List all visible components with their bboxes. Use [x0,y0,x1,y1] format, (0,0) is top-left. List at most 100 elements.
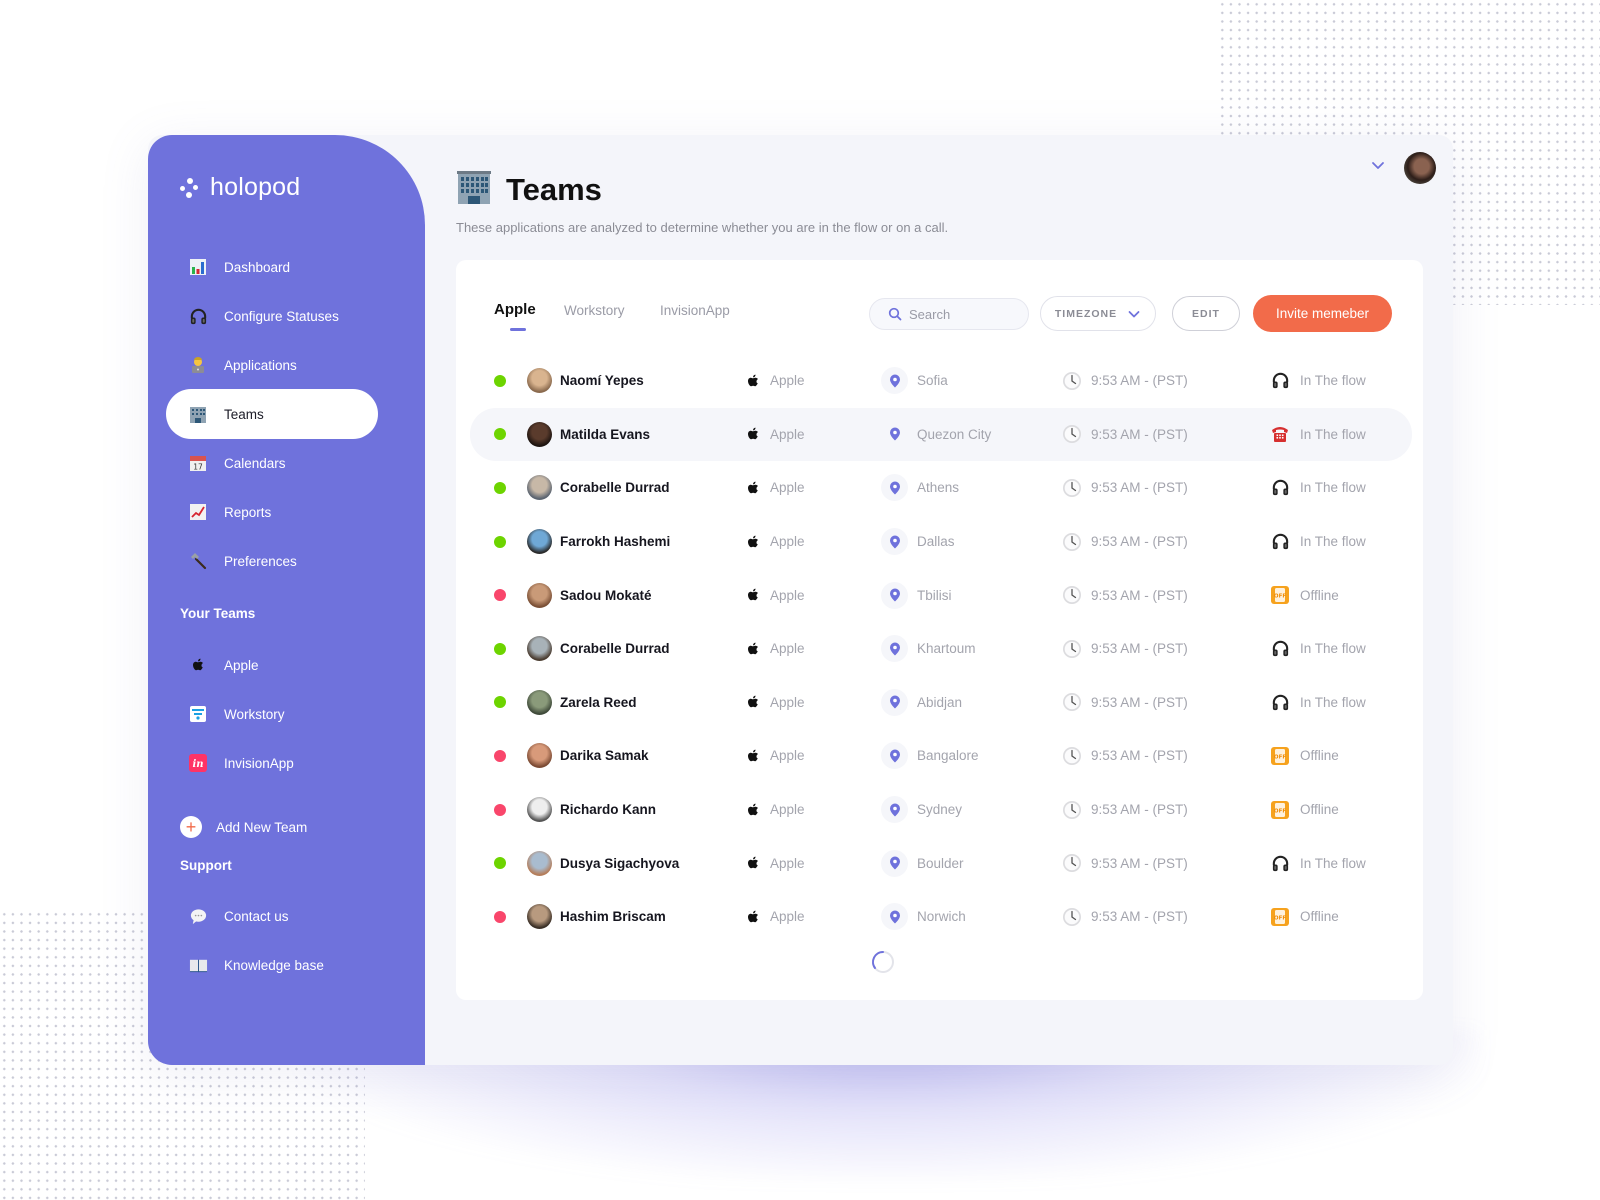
table-row[interactable]: Corabelle Durrad Apple Athens 9:53 AM - … [470,461,1412,515]
member-team: Apple [770,426,805,442]
sidebar-support-knowledge-base[interactable]: Knowledge base [166,940,378,990]
member-flow-status: In The flow [1300,855,1366,871]
sidebar-support-label: Knowledge base [224,957,324,973]
app-window: holopod Dashboard Configure Statuses App… [148,135,1453,1065]
member-name[interactable]: Richardo Kann [560,802,656,817]
avatar [527,850,552,876]
clock-icon [1062,532,1082,552]
member-local-time: 9:53 AM - (PST) [1091,534,1188,550]
member-local-time: 9:53 AM - (PST) [1091,909,1188,925]
active-tab-indicator [510,328,526,331]
table-row[interactable]: Hashim Briscam Apple Norwich 9:53 AM - (… [470,890,1412,944]
member-name[interactable]: Sadou Mokaté [560,588,652,603]
sidebar-item-reports[interactable]: Reports [166,487,378,537]
add-new-team-label: Add New Team [216,819,308,835]
svg-text:OFF: OFF [1274,808,1286,814]
page-subtitle: These applications are analyzed to deter… [456,220,949,235]
search-box[interactable] [869,298,1029,330]
sidebar-team-workstory[interactable]: Workstory [166,689,378,739]
avatar [527,636,552,662]
add-new-team-button[interactable]: + Add New Team [180,816,307,838]
member-location: Tbilisi [917,587,952,603]
member-location: Sydney [917,802,963,818]
member-flow-status: In The flow [1300,426,1366,442]
member-team: Apple [770,480,805,496]
member-local-time: 9:53 AM - (PST) [1091,748,1188,764]
brand-name: holopod [210,173,301,201]
location-pin-icon [881,528,908,556]
clock-icon [1062,478,1082,498]
member-name[interactable]: Zarela Reed [560,695,637,710]
table-row[interactable]: Farrokh Hashemi Apple Dallas 9:53 AM - (… [470,515,1412,569]
sidebar-item-preferences[interactable]: Preferences [166,536,378,586]
clock-icon [1062,800,1082,820]
svg-text:in: in [192,759,203,770]
member-name[interactable]: Corabelle Durrad [560,641,670,656]
search-icon [888,307,902,321]
svg-text:17: 17 [193,463,203,472]
member-name[interactable]: Darika Samak [560,748,649,763]
member-local-time: 9:53 AM - (PST) [1091,855,1188,871]
table-row[interactable]: Darika Samak Apple Bangalore 9:53 AM - (… [470,729,1412,783]
table-row[interactable]: Naomí Yepes Apple Sofia 9:53 AM - (PST) … [470,354,1412,408]
user-avatar[interactable] [1404,152,1436,184]
offline-status-dot [494,589,506,602]
sidebar-team-apple[interactable]: Apple [166,640,378,690]
member-name[interactable]: Corabelle Durrad [560,480,670,495]
member-name[interactable]: Naomí Yepes [560,373,644,388]
table-row[interactable]: Sadou Mokaté Apple Tbilisi 9:53 AM - (PS… [470,568,1412,622]
sidebar-team-invisionapp[interactable]: in InvisionApp [166,738,378,788]
sidebar-item-applications[interactable]: Applications [166,340,378,390]
apple-logo-icon [744,640,762,658]
svg-text:OFF: OFF [1274,754,1286,760]
member-name[interactable]: Dusya Sigachyova [560,856,679,871]
table-row[interactable]: Dusya Sigachyova Apple Boulder 9:53 AM -… [470,836,1412,890]
mobile-phone-off-icon: OFF [1270,585,1290,605]
profile-menu-chevron-down-icon[interactable] [1370,157,1386,173]
table-row[interactable]: Zarela Reed Apple Abidjan 9:53 AM - (PST… [470,676,1412,730]
offline-status-dot [494,910,506,923]
apple-logo-icon [744,372,762,390]
avatar [527,582,552,608]
table-row[interactable]: Richardo Kann Apple Sydney 9:53 AM - (PS… [470,783,1412,837]
technologist-icon [188,355,208,375]
member-flow-status: In The flow [1300,694,1366,710]
your-teams-heading: Your Teams [180,606,256,621]
invite-member-button[interactable]: Invite memeber [1253,295,1392,332]
member-location: Boulder [917,855,964,871]
clock-icon [1062,692,1082,712]
sidebar-item-teams[interactable]: Teams [166,389,378,439]
clock-icon [1062,746,1082,766]
clock-icon [1062,371,1082,391]
hammer-icon [188,551,208,571]
table-row[interactable]: Corabelle Durrad Apple Khartoum 9:53 AM … [470,622,1412,676]
member-location: Quezon City [917,426,992,442]
bar-chart-icon [188,257,208,277]
sidebar-item-dashboard[interactable]: Dashboard [166,242,378,292]
member-location: Dallas [917,534,955,550]
member-location: Khartoum [917,641,976,657]
brand-logo[interactable]: holopod [180,173,300,202]
location-pin-icon [881,421,908,448]
table-row[interactable]: Matilda Evans Apple Quezon City 9:53 AM … [470,407,1412,462]
member-name[interactable]: Farrokh Hashemi [560,534,670,549]
tab-apple[interactable]: Apple [494,301,536,318]
clock-icon [1062,424,1082,444]
location-pin-icon [881,849,908,877]
online-status-dot [494,535,506,548]
headphones-icon [1270,478,1290,498]
member-name[interactable]: Hashim Briscam [560,909,666,924]
search-input[interactable] [909,306,1009,322]
timezone-dropdown[interactable]: TIMEZONE [1040,296,1156,331]
sidebar-item-calendars[interactable]: 17 Calendars [166,438,378,488]
sidebar-item-configure-statuses[interactable]: Configure Statuses [166,291,378,341]
location-pin-icon [881,367,908,395]
online-status-dot [494,428,506,441]
member-flow-status: Offline [1300,748,1339,764]
edit-button[interactable]: EDIT [1172,296,1240,331]
svg-text:OFF: OFF [1274,594,1286,600]
member-name[interactable]: Matilda Evans [560,427,650,442]
tab-workstory[interactable]: Workstory [564,303,625,318]
sidebar-support-contact-us[interactable]: Contact us [166,891,378,941]
tab-invisionapp[interactable]: InvisionApp [660,303,730,318]
